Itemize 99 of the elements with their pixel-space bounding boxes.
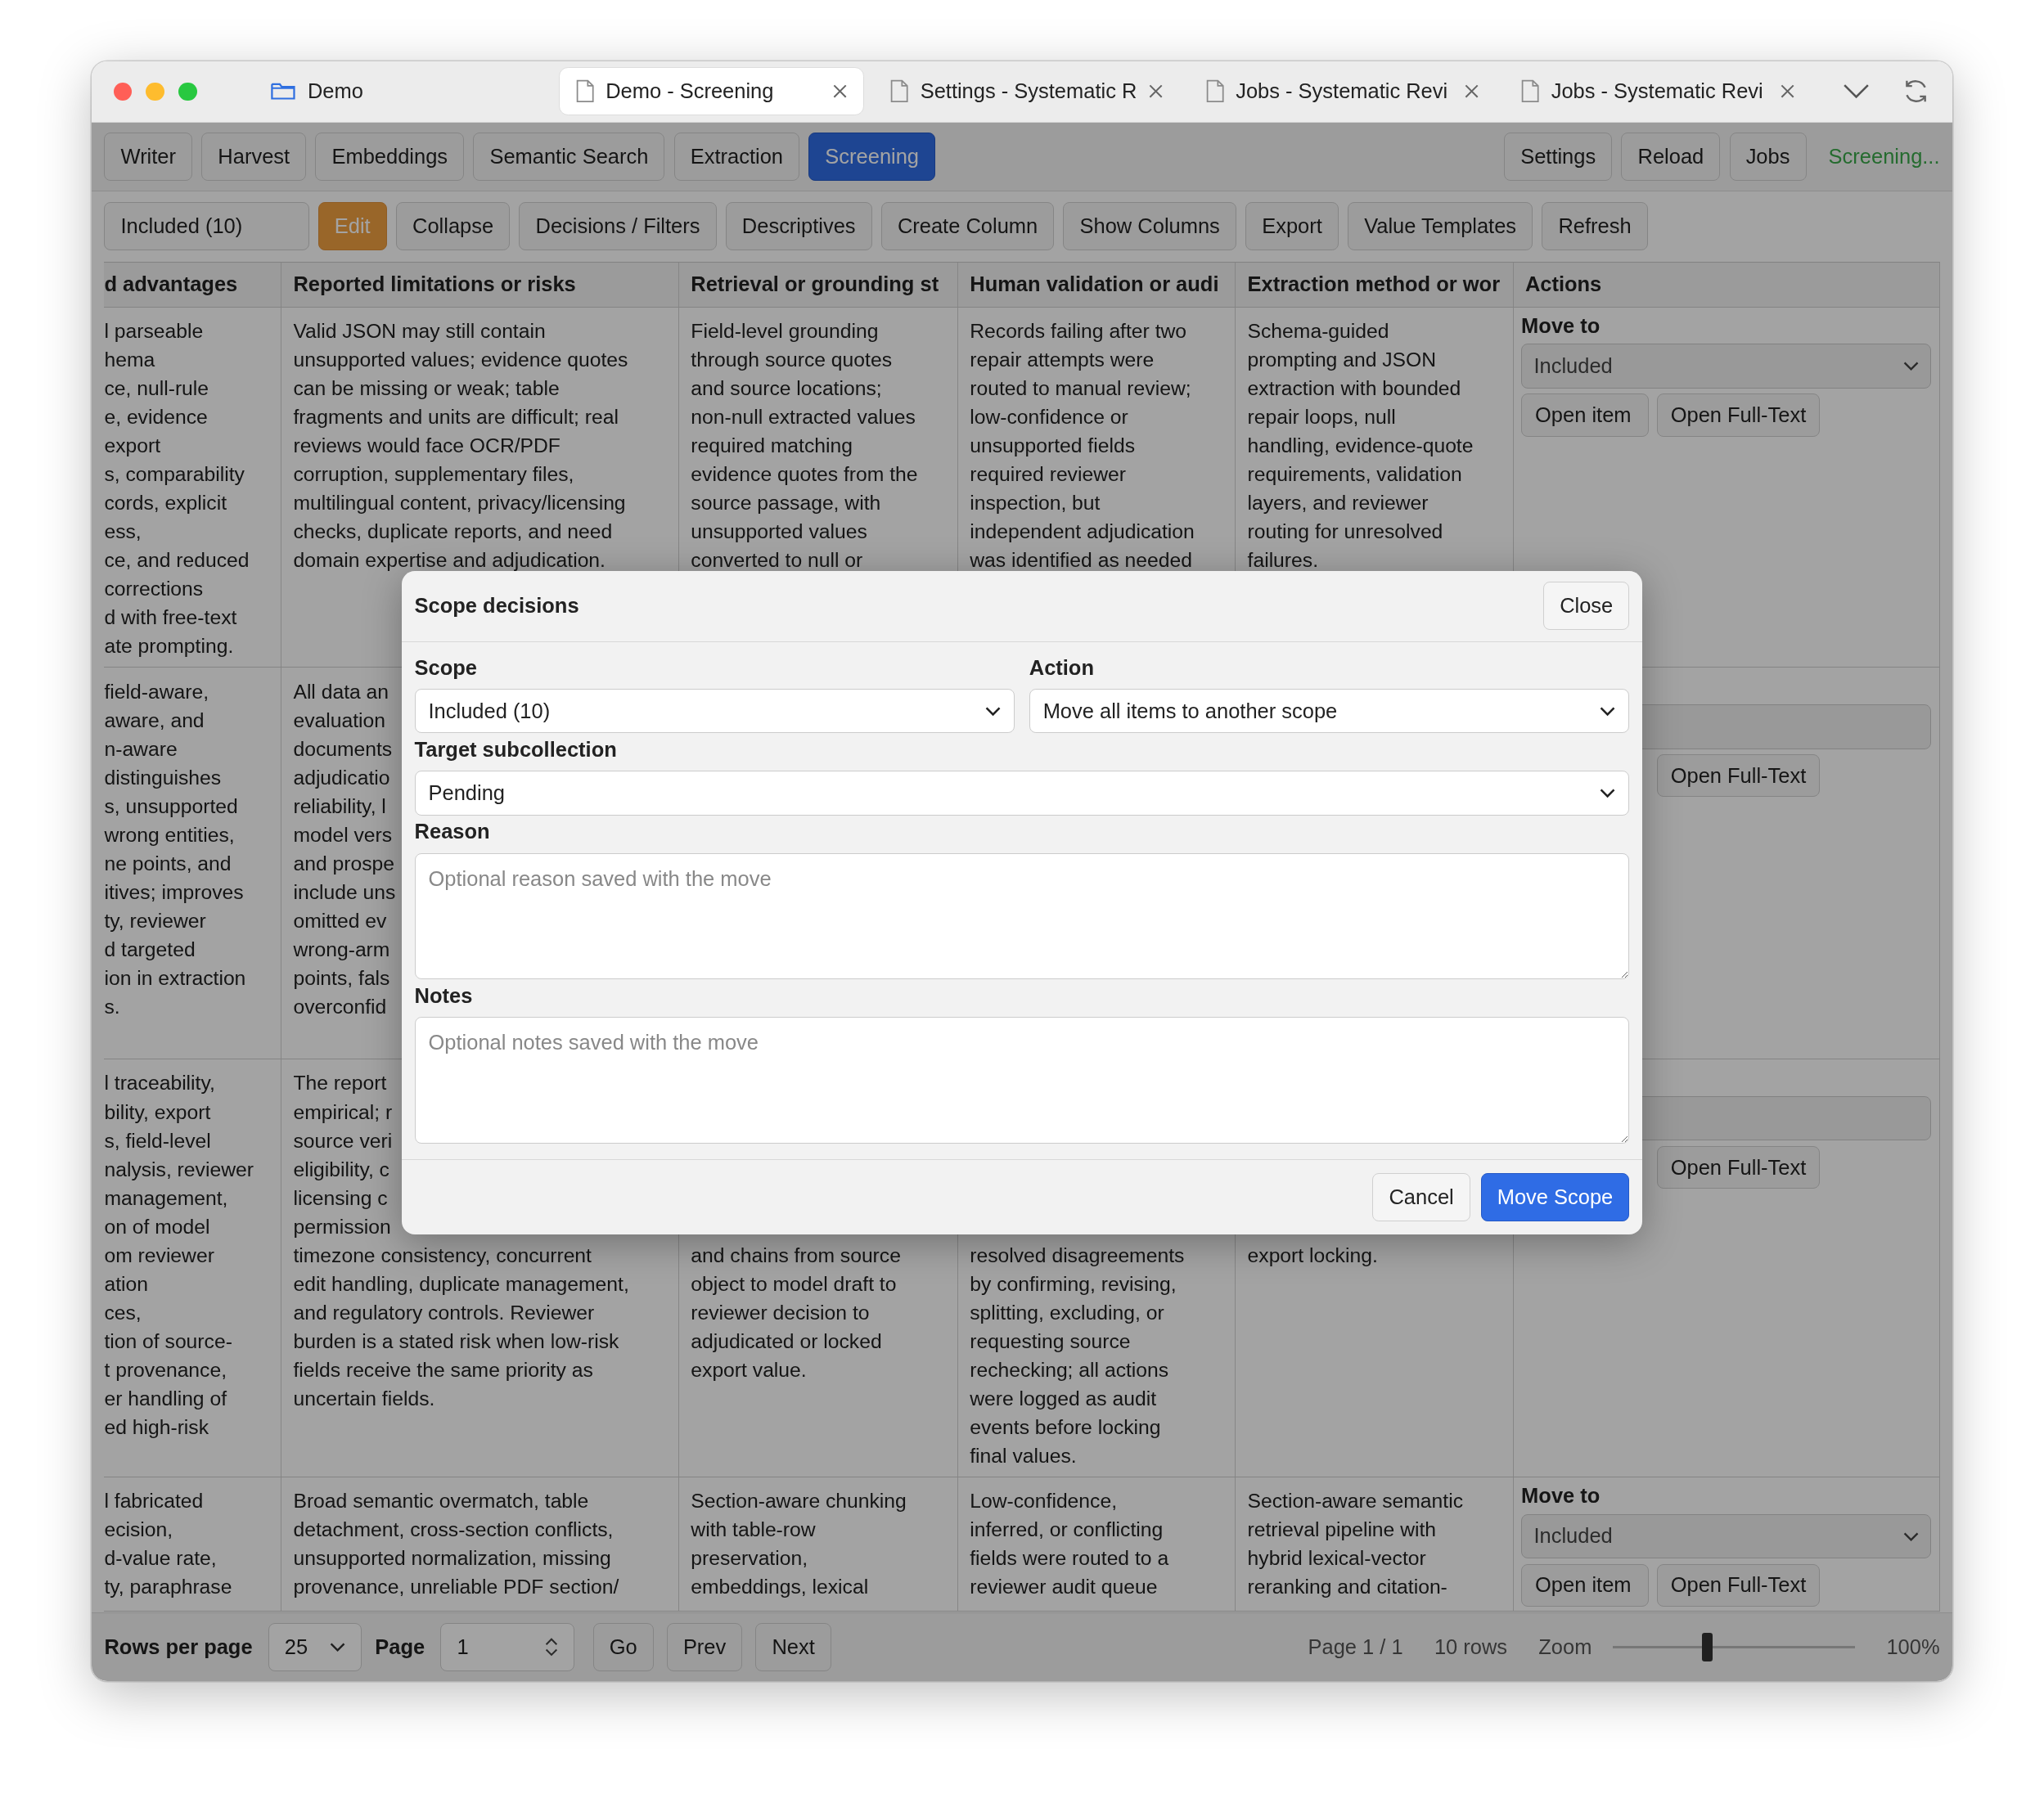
toolbar-button[interactable]: Export [1245, 202, 1339, 251]
nav-button[interactable]: Reload [1621, 132, 1721, 181]
nav-tab[interactable]: Semantic Search [473, 132, 665, 181]
chevron-down-icon [1600, 705, 1616, 717]
close-button[interactable]: Close [1543, 582, 1630, 631]
toolbar-button[interactable]: Refresh [1542, 202, 1648, 251]
browser-tab[interactable]: Demo [254, 67, 549, 116]
row-action-button[interactable]: Open Full-Text [1656, 393, 1821, 437]
cell-text: Schema-guided prompting and JSON extraction with bounded repair loops, null handling, evidence-quote requirements, validation layers, and reviewer routing for unresolved failures. [1247, 318, 1474, 573]
cell-text: Field-level grounding through source quotes and source locations; non-null extracted values required matching evidence quotes from the source passage, with unsupported values converted to null or [691, 318, 918, 573]
select-field[interactable]: Move all items to another scope [1029, 689, 1630, 734]
pager-button[interactable]: Prev [666, 1623, 743, 1672]
status-text: Screening... [1828, 144, 1940, 169]
cell-text: Section-aware semantic retrieval pipeline with hybrid lexical-vector reranking and citation- [1247, 1489, 1463, 1600]
cell-text: and chains from source object to model draft to reviewer decision to adjudicated or locked export value. [691, 1243, 901, 1383]
chevron-down-icon [1902, 1531, 1919, 1542]
pager-button[interactable]: Go [592, 1623, 654, 1672]
chevron-down-icon [1600, 788, 1616, 798]
column-header: Extraction method or wor [1236, 262, 1514, 307]
cell-text: Valid JSON may still contain unsupported values; evidence quotes can be missing or weak; table fragments and units are difficult; real reviews would face OCR/PDF corruption, supplementary files, multilingual content, privacy/licensing checks, duplicate reports, and need domain expertise and adjudication. [293, 318, 628, 573]
cell-text: Low-confidence, inferred, or conflicting fields were routed to a reviewer audit queue [970, 1489, 1169, 1600]
row-action-button[interactable]: Open item [1521, 1563, 1650, 1607]
document-icon [1521, 79, 1540, 104]
close-window-button[interactable] [113, 82, 132, 101]
cell-text: l traceability, bility, export s, field-level nalysis, reviewer management, on of model om reviewer ation ces, tion of source- t provenance, er handling of ed high-risk [104, 1071, 254, 1441]
nav-button[interactable]: Settings [1504, 132, 1613, 181]
field-label: Action [1029, 654, 1095, 681]
chevron-down-icon [330, 1642, 346, 1653]
cell-text: resolved disagreements by confirming, revising, splitting, excluding, or requesting source rechecking; all actions were logged as audit events before locking final values. [970, 1243, 1185, 1469]
page-label: Page [375, 1635, 425, 1660]
row-action-button[interactable]: Open item [1521, 393, 1650, 437]
cell-text: export locking. [1247, 1243, 1378, 1268]
close-icon[interactable] [1464, 83, 1480, 100]
toolbar-button[interactable]: Collapse [395, 202, 511, 251]
column-header: Actions [1513, 262, 1940, 307]
select-field[interactable]: Pending [414, 771, 1630, 816]
close-icon[interactable] [1148, 83, 1164, 100]
toolbar-button[interactable]: Decisions / Filters [519, 202, 717, 251]
scope-select[interactable]: Included [1521, 344, 1931, 389]
cell-text: field-aware, aware, and n-aware distinguishes s, unsupported wrong entities, ne points, and itives; improves ty, reviewer d targeted ion in extraction s. [104, 679, 246, 1020]
browser-tab[interactable]: Jobs - Systematic Revi [1505, 67, 1811, 116]
browser-tab[interactable]: Jobs - Systematic Revi [1190, 67, 1496, 116]
dialog-button[interactable]: Move Scope [1480, 1173, 1630, 1221]
move-to-label: Move to [1521, 1482, 1601, 1508]
scope-select[interactable]: Included (10) [104, 202, 309, 251]
nav-tab[interactable]: Writer [104, 132, 193, 181]
document-icon [1205, 79, 1224, 104]
cell-text: l fabricated ecision, d-value rate, ty, paraphrase [104, 1489, 232, 1600]
text-area[interactable]: Optional reason saved with the move [414, 852, 1630, 980]
chevron-down-icon [985, 705, 1002, 717]
slider-thumb[interactable] [1702, 1633, 1713, 1662]
row-count: 10 rows [1434, 1635, 1508, 1660]
column-header: Human validation or audi [957, 262, 1236, 307]
scope-select[interactable]: Included [1521, 1513, 1931, 1559]
nav-tab[interactable]: Extraction [673, 132, 800, 181]
dialog-title: Scope decisions [414, 594, 579, 618]
cell-text: l parseable hema ce, null-rule e, evidence export s, comparability cords, explicit ess, ce, and reduced corrections d with free-text ate prompting. [104, 318, 250, 659]
row-action-button[interactable]: Open Full-Text [1656, 753, 1821, 798]
field-label: Scope [414, 654, 479, 681]
nav-tab[interactable]: Screening [808, 132, 936, 181]
cell-text: All data an evaluation documents adjudicatio reliability, l model vers and prospe include uns omitted ev wrong-arm points, fals overconfid [293, 679, 396, 1020]
nav-tab[interactable]: Harvest [201, 132, 307, 181]
close-icon[interactable] [1779, 83, 1795, 100]
browser-tab[interactable]: Settings - Systematic R [874, 67, 1180, 116]
select-field[interactable]: Included (10) [414, 689, 1015, 734]
nav-button[interactable]: Jobs [1729, 132, 1807, 181]
cell-text: Section-aware chunking with table-row preservation, embeddings, lexical [691, 1489, 907, 1600]
document-icon [890, 79, 909, 104]
document-icon [575, 79, 594, 104]
zoom-reading: 100% [1886, 1635, 1940, 1660]
column-header: d advantages [104, 262, 282, 307]
field-label: Target subcollection [414, 737, 618, 763]
toolbar-button[interactable]: Create Column [880, 202, 1055, 251]
column-header: Retrieval or grounding st [679, 262, 958, 307]
text-area[interactable]: Optional notes saved with the move [414, 1017, 1630, 1144]
dialog-button[interactable]: Cancel [1372, 1173, 1470, 1221]
page-number-field[interactable]: 1 [440, 1623, 575, 1672]
cell-text: timezone consistency, concurrent edit handling, duplicate management, and regulatory controls. Reviewer burden is a stated risk when low-risk fields receive the same priority as uncertain fields. [293, 1243, 629, 1411]
zoom-label: Zoom [1538, 1635, 1592, 1660]
toolbar-button[interactable]: Descriptives [725, 202, 872, 251]
field-label: Reason [414, 819, 491, 845]
row-action-button[interactable]: Open Full-Text [1656, 1145, 1821, 1189]
chevron-down-icon [1902, 361, 1919, 371]
field-label: Notes [414, 983, 474, 1009]
column-header: Reported limitations or risks [281, 262, 679, 307]
toolbar-button[interactable]: Show Columns [1063, 202, 1236, 251]
close-icon[interactable] [831, 83, 849, 100]
page-info: Page 1 / 1 [1308, 1635, 1403, 1660]
row-action-button[interactable]: Open Full-Text [1656, 1563, 1821, 1607]
toolbar-button[interactable]: Value Templates [1348, 202, 1533, 251]
rows-per-page-select[interactable]: 25 [268, 1623, 362, 1672]
nav-tab[interactable]: Embeddings [315, 132, 465, 181]
folder-icon [269, 81, 296, 102]
move-to-label: Move to [1521, 312, 1601, 339]
browser-tab[interactable]: Demo - Screening [559, 67, 865, 116]
cell-text: Broad semantic overmatch, table detachment, cross-section conflicts, unsupported normalization, missing provenance, unreliable PDF section/ [293, 1489, 619, 1600]
cell-text: Records failing after two repair attempts were routed to manual review; low-confidence or unsupported fields required reviewer inspection, but independent adjudication was identified as needed [970, 318, 1195, 573]
pager-button[interactable]: Next [755, 1623, 831, 1672]
rows-per-page-label: Rows per page [104, 1635, 253, 1660]
